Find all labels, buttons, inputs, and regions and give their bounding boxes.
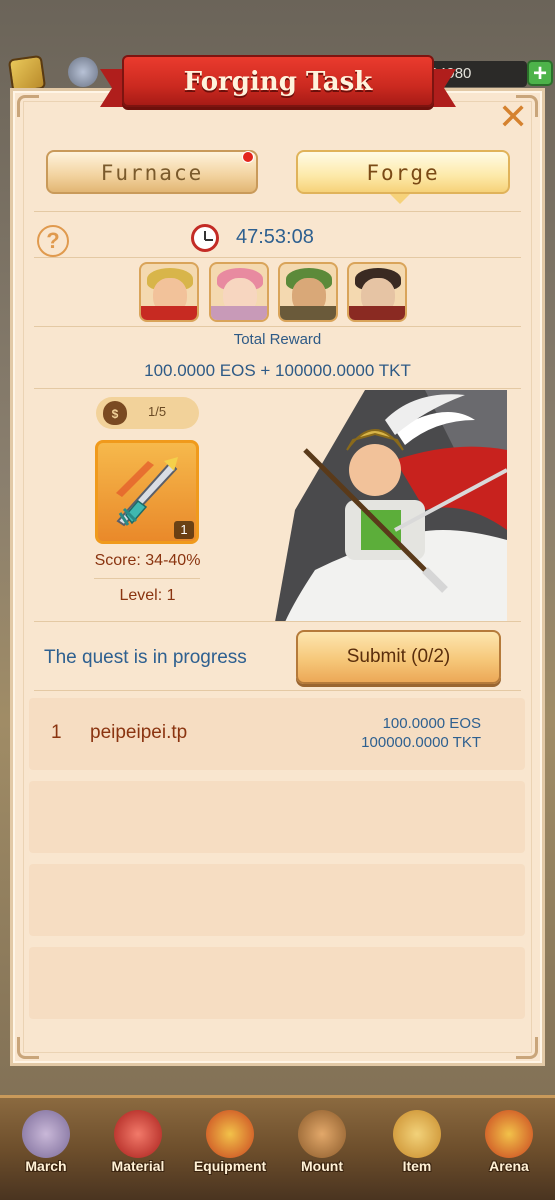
nav-arena[interactable]: Arena [469, 1110, 549, 1190]
bottom-nav: March Material Equipment Mount Item Aren… [0, 1095, 555, 1200]
nav-equipment[interactable]: Equipment [190, 1110, 270, 1190]
list-item-empty [29, 864, 525, 936]
tab-furnace[interactable]: Furnace [46, 150, 258, 194]
notification-dot [242, 151, 254, 163]
total-reward-label: Total Reward [233, 331, 322, 348]
total-reward-value: 100.0000 EOS + 100000.0000 TKT [144, 361, 411, 380]
corner-ornament [516, 1037, 538, 1059]
clock-icon [191, 224, 219, 252]
list-item: 1 peipeipei.tp 100.0000 EOS 100000.0000 … [29, 698, 525, 770]
divider [34, 690, 521, 691]
title-ribbon: Forging Task [100, 55, 456, 113]
add-currency-button[interactable]: + [527, 60, 553, 86]
reward-tkt: 100000.0000 TKT [361, 734, 481, 751]
list-item-empty [29, 947, 525, 1019]
rank: 1 [51, 722, 62, 743]
hero-portraits [139, 262, 411, 324]
reward-eos: 100.0000 EOS [382, 715, 481, 732]
nav-mount[interactable]: Mount [282, 1110, 362, 1190]
money-bag-icon: $ [103, 401, 127, 425]
item-score: Score: 34-40% [94, 552, 201, 569]
nav-march[interactable]: March [6, 1110, 86, 1190]
hero-portrait-4[interactable] [347, 262, 407, 322]
corner-ornament [17, 1037, 39, 1059]
player-name: peipeipei.tp [90, 722, 188, 743]
ribbon-body: Forging Task [122, 55, 434, 107]
item-icon [393, 1110, 441, 1158]
divider [34, 388, 521, 389]
material-icon [114, 1110, 162, 1158]
list-item-empty [29, 781, 525, 853]
divider [34, 326, 521, 327]
helmet-icon [68, 57, 98, 87]
sword-icon [116, 457, 178, 527]
hero-portrait-3[interactable] [278, 262, 338, 322]
divider [94, 578, 200, 579]
nav-item[interactable]: Item [377, 1110, 457, 1190]
quest-status: The quest is in progress [44, 647, 247, 668]
item-level: Level: 1 [119, 587, 176, 604]
corner-ornament [17, 95, 39, 117]
divider [34, 621, 521, 622]
countdown-timer: 47:53:08 [236, 226, 314, 248]
bag-count: 1/5 [148, 404, 167, 419]
hero-portrait-2[interactable] [209, 262, 269, 322]
divider [34, 211, 521, 212]
arena-icon [485, 1110, 533, 1158]
submit-button[interactable]: Submit (0/2) [296, 630, 501, 684]
divider [34, 257, 521, 258]
item-quantity: 1 [174, 521, 194, 539]
hero-portrait-1[interactable] [139, 262, 199, 322]
close-icon[interactable]: ✕ [498, 100, 528, 136]
modal-title: Forging Task [183, 67, 373, 97]
mount-icon [298, 1110, 346, 1158]
hero-artwork [275, 390, 507, 622]
march-icon [22, 1110, 70, 1158]
help-icon[interactable]: ? [37, 225, 69, 257]
equipment-icon [206, 1110, 254, 1158]
nav-material[interactable]: Material [98, 1110, 178, 1190]
forge-item-slot[interactable]: 1 [95, 440, 199, 544]
tab-forge[interactable]: Forge [296, 150, 510, 194]
